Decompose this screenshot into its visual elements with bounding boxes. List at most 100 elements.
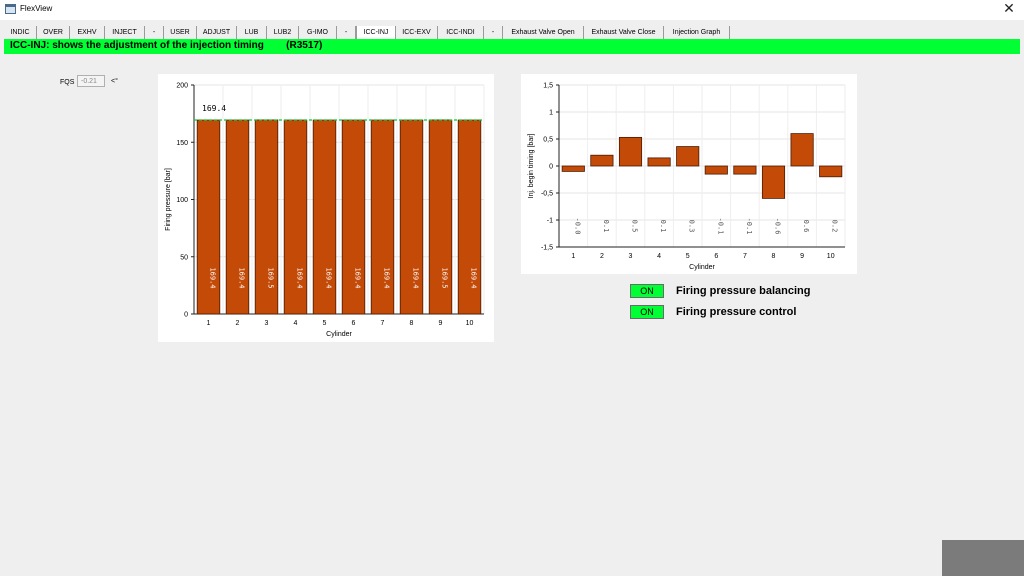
data-label: 169.4 (412, 267, 420, 288)
data-label: 169.4 (383, 267, 391, 288)
tab-adjust[interactable]: ADJUST (197, 26, 237, 40)
tab-separator-2[interactable]: - (337, 26, 356, 40)
y-tick-label: 150 (176, 140, 188, 147)
fqs-unit: <° (111, 78, 118, 85)
data-label: 169.4 (470, 267, 478, 288)
data-label: 0.6 (802, 220, 810, 233)
tab-bar: INDIC OVER EXHV INJECT - USER ADJUST LUB… (0, 26, 1024, 40)
data-label: -0.1 (716, 218, 724, 235)
bar (676, 146, 700, 167)
injection-timing-chart: -1,5 -1 -0,5 0 0,5 1 1,5 1 -0.0 2 0.1 3 0.5 4 0.1 5 0.3 6… (521, 74, 857, 274)
title-bar: FlexView ✕ (0, 0, 1024, 20)
data-label: 0.2 (831, 220, 839, 233)
x-tick-label: 9 (439, 320, 443, 327)
x-tick-label: 10 (827, 253, 835, 260)
tab-icc-inj[interactable]: ICC-INJ (356, 26, 396, 40)
x-tick-label: 7 (743, 253, 747, 260)
status-label: Firing pressure control (676, 306, 797, 318)
status-badge[interactable]: ON (630, 305, 664, 319)
data-label: 169.4 (209, 267, 217, 288)
bar (790, 133, 814, 167)
tab-exhaust-valve-close[interactable]: Exhaust Valve Close (584, 26, 664, 40)
status-badge[interactable]: ON (630, 284, 664, 298)
data-label: 169.4 (354, 267, 362, 288)
y-tick-label: -1,5 (541, 245, 553, 252)
y-tick-label: -0,5 (541, 191, 553, 198)
tab-lub[interactable]: LUB (237, 26, 267, 40)
y-tick-label: 0 (549, 164, 553, 171)
data-label: 0.1 (659, 220, 667, 233)
y-axis-label: Firing pressure [bar] (165, 168, 172, 231)
corner-panel (942, 540, 1024, 576)
x-tick-label: 8 (772, 253, 776, 260)
x-tick-label: 6 (714, 253, 718, 260)
window-title: FlexView (20, 4, 53, 13)
x-tick-label: 4 (657, 253, 661, 260)
y-tick-label: 1 (549, 110, 553, 117)
data-label: -0.6 (774, 218, 782, 235)
tab-icc-indi[interactable]: ICC-INDI (438, 26, 484, 40)
y-tick-label: 200 (176, 83, 188, 90)
x-tick-label: 9 (800, 253, 804, 260)
x-tick-label: 3 (629, 253, 633, 260)
y-tick-label: 100 (176, 197, 188, 204)
x-tick-label: 2 (600, 253, 604, 260)
close-icon[interactable]: ✕ (994, 0, 1024, 20)
tab-inject[interactable]: INJECT (105, 26, 145, 40)
data-label: 0.3 (688, 220, 696, 233)
y-tick-label: -1 (547, 218, 553, 225)
tab-injection-graph[interactable]: Injection Graph (664, 26, 730, 40)
bar (761, 165, 786, 199)
x-tick-label: 2 (236, 320, 240, 327)
app-icon (5, 4, 16, 14)
tab-over[interactable]: OVER (37, 26, 70, 40)
x-tick-label: 7 (381, 320, 385, 327)
fqs-field[interactable]: -0.21 (77, 75, 105, 87)
x-tick-label: 10 (466, 320, 474, 327)
y-axis-label: Inj. begin timing [bar] (528, 133, 535, 198)
bar (590, 154, 614, 167)
data-label: 0.1 (602, 220, 610, 233)
x-axis-label: Cylinder (689, 264, 715, 271)
tab-indic[interactable]: INDIC (4, 26, 37, 40)
tab-separator-3[interactable]: - (484, 26, 503, 40)
y-tick-label: 0 (184, 312, 188, 319)
x-tick-label: 8 (410, 320, 414, 327)
y-tick-label: 0,5 (543, 137, 553, 144)
injection-timing-chart-svg: -1,5 -1 -0,5 0 0,5 1 1,5 1 -0.0 2 0.1 3 0.5 4 0.1 5 0.3 6… (528, 83, 846, 271)
x-tick-label: 5 (686, 253, 690, 260)
bar (704, 165, 728, 175)
bar (618, 136, 643, 167)
tab-icc-exv[interactable]: ICC-EXV (396, 26, 438, 40)
data-label: -0.0 (573, 218, 581, 235)
tab-exhaust-valve-open[interactable]: Exhaust Valve Open (503, 26, 584, 40)
bar (733, 165, 757, 175)
data-label: 169.4 (296, 267, 304, 288)
y-tick-label: 50 (180, 254, 188, 261)
page-banner: ICC-INJ: shows the adjustment of the inj… (4, 39, 1020, 54)
tab-separator-1[interactable]: - (145, 26, 164, 40)
tab-exhv[interactable]: EXHV (70, 26, 105, 40)
bar (819, 165, 843, 178)
data-label: 169.4 (325, 267, 333, 288)
x-tick-label: 4 (294, 320, 298, 327)
firing-pressure-chart-svg: 0 50 100 150 200 1 169.4 2 169.4 3 169.5 4 169.4 5 169… (165, 83, 485, 338)
y-tick-label: 1,5 (543, 83, 553, 90)
data-label: 169.4 (238, 267, 246, 288)
bar (647, 157, 671, 167)
x-tick-label: 1 (207, 320, 211, 327)
tab-lub2[interactable]: LUB2 (267, 26, 299, 40)
banner-title: ICC-INJ: shows the adjustment of the inj… (10, 40, 323, 51)
data-label: 169.5 (441, 267, 449, 288)
x-axis-label: Cylinder (326, 331, 352, 338)
bar (561, 165, 585, 172)
data-label: 0.5 (631, 220, 639, 233)
fqs-label: FQS (60, 79, 75, 86)
tab-user[interactable]: USER (164, 26, 197, 40)
tab-g-imo[interactable]: G-IMO (299, 26, 337, 40)
status-label: Firing pressure balancing (676, 285, 811, 297)
x-tick-label: 1 (571, 253, 575, 260)
reference-label: 169.4 (202, 104, 226, 113)
data-label: -0.1 (745, 218, 753, 235)
data-label: 169.5 (267, 267, 275, 288)
